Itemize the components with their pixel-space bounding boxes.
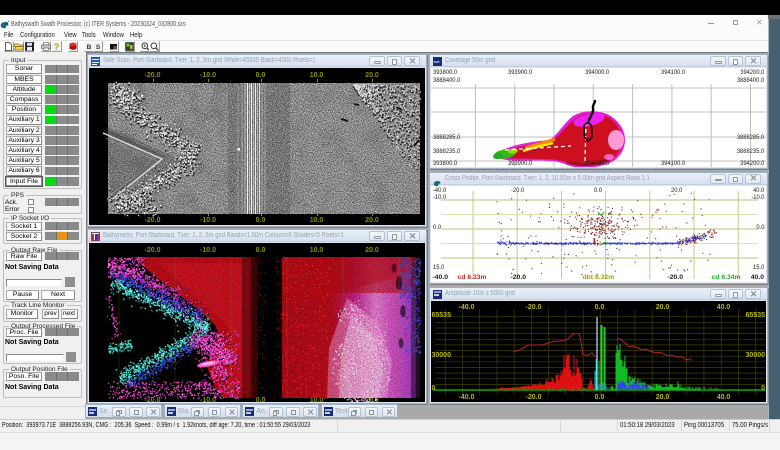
svg-text:S: S [96,44,101,51]
svg-text:B: B [86,44,91,51]
svg-text:?: ? [54,42,60,51]
